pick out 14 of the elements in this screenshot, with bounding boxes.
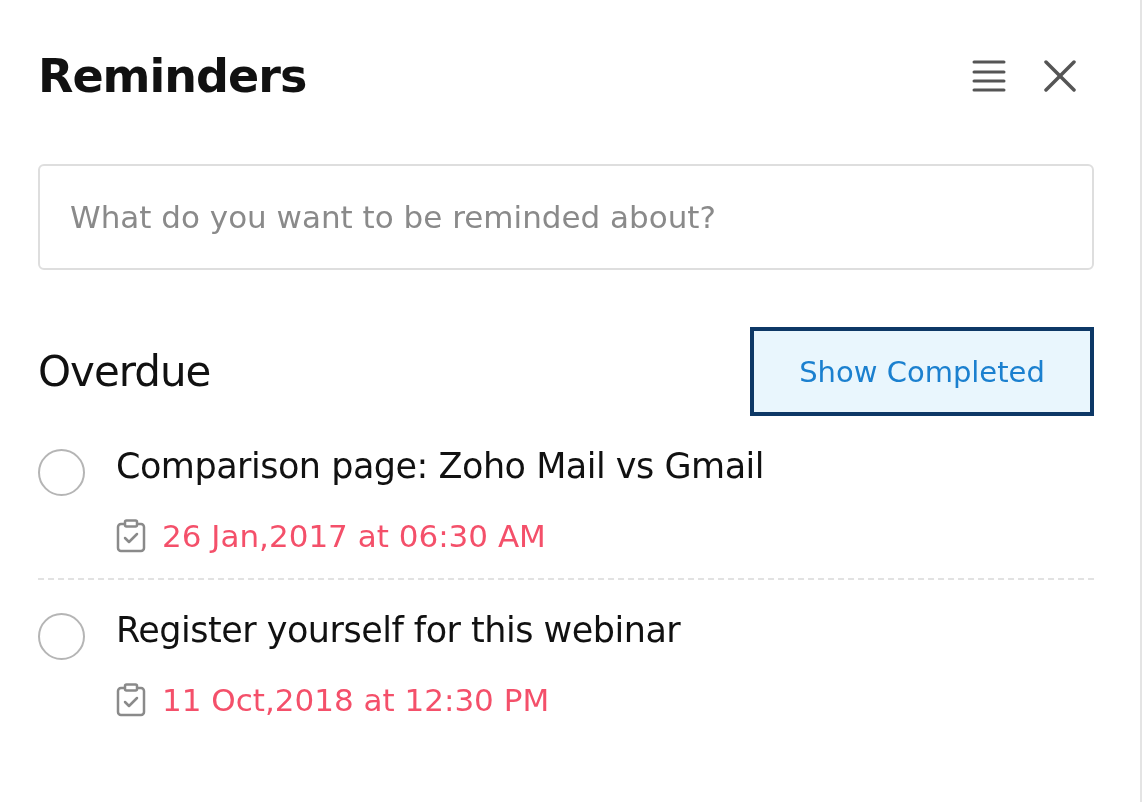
clipboard-check-icon: [116, 683, 146, 717]
search-field[interactable]: What do you want to be reminded about?: [38, 164, 1094, 270]
reminder-checkbox[interactable]: [38, 613, 85, 660]
clipboard-check-icon: [116, 519, 146, 553]
reminder-checkbox[interactable]: [38, 449, 85, 496]
menu-icon[interactable]: [972, 59, 1006, 93]
section-title: Overdue: [38, 347, 211, 396]
due-date: 26 Jan,2017 at 06:30 AM: [162, 518, 546, 554]
show-completed-button[interactable]: Show Completed: [750, 327, 1094, 416]
reminder-text: Register yourself for this webinar: [116, 610, 682, 652]
panel-title: Reminders: [38, 49, 307, 103]
reminder-text: Comparison page: Zoho Mail vs Gmail: [116, 446, 766, 488]
due-date: 11 Oct,2018 at 12:30 PM: [162, 682, 550, 718]
close-icon[interactable]: [1044, 60, 1076, 92]
